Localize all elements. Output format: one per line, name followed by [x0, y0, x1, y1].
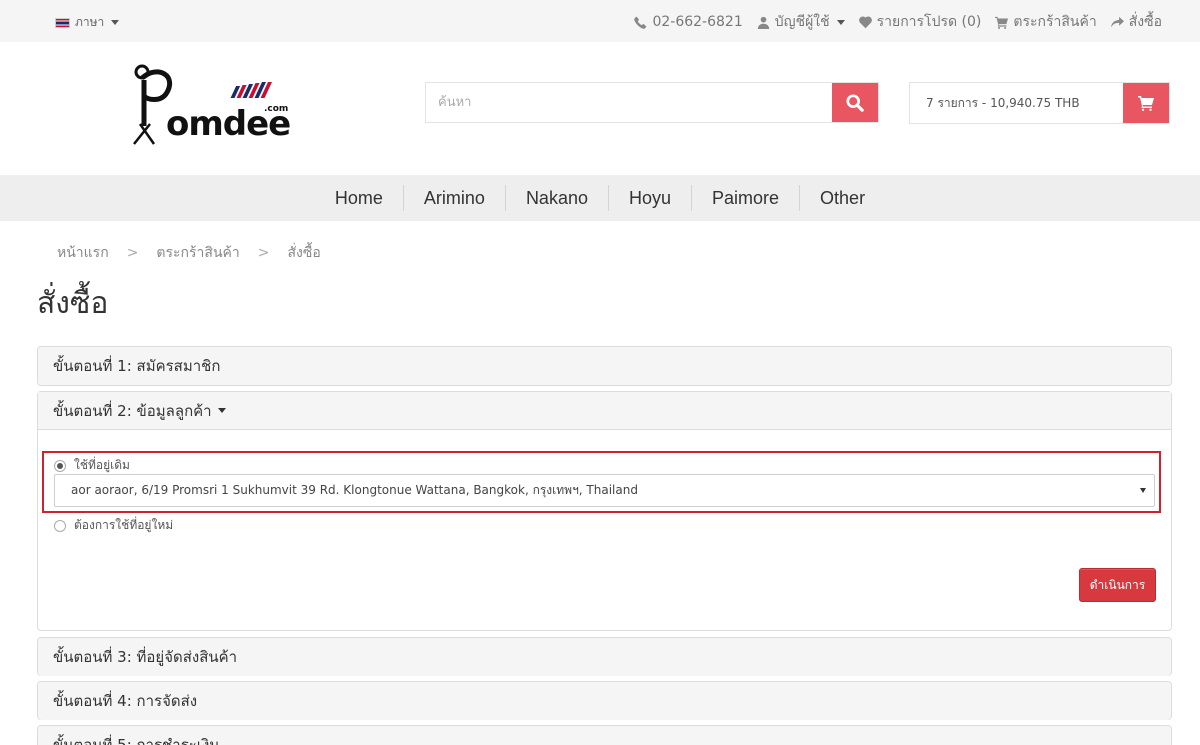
caret-down-icon	[111, 20, 120, 25]
checkout-label: สั่งซื้อ	[1128, 14, 1162, 30]
cart-icon	[995, 16, 1009, 29]
caret-down-icon	[836, 19, 845, 25]
nav-item-paimore[interactable]: Paimore	[691, 185, 799, 211]
caret-down-icon	[217, 408, 226, 413]
step-2-header[interactable]: ขั้นตอนที่ 2: ข้อมูลลูกค้า	[38, 392, 1171, 430]
account-label: บัญชีผู้ใช้	[774, 14, 830, 30]
phone-number: 02-662-6821	[652, 14, 743, 30]
step-5-title: ขั้นตอนที่ 5: การชำระเงิน	[53, 736, 220, 745]
checkout-link[interactable]: สั่งซื้อ	[1110, 11, 1162, 33]
continue-button[interactable]: ดำเนินการ	[1079, 568, 1156, 602]
breadcrumb-home[interactable]: หน้าแรก	[57, 242, 109, 264]
step-5-header[interactable]: ขั้นตอนที่ 5: การชำระเงิน	[38, 726, 1171, 745]
step-1-title: ขั้นตอนที่ 1: สมัครสมาชิก	[53, 357, 221, 375]
cart-label: ตระกร้าสินค้า	[1013, 14, 1097, 30]
nav-item-nakano[interactable]: Nakano	[504, 185, 608, 211]
site-logo[interactable]: .com omdee	[130, 62, 295, 147]
existing-address-label: ใช้ที่อยู่เดิม	[74, 458, 130, 472]
pomdee-logo-icon: .com omdee	[133, 64, 291, 145]
step-1-panel: ขั้นตอนที่ 1: สมัครสมาชิก	[37, 346, 1172, 386]
main-nav: Home Arimino Nakano Hoyu Paimore Other	[0, 175, 1200, 221]
address-select[interactable]: aor aoraor, 6/19 Promsri 1 Sukhumvit 39 …	[54, 474, 1155, 507]
step-3-header[interactable]: ขั้นตอนที่ 3: ที่อยู่จัดส่งสินค้า	[38, 638, 1171, 676]
top-bar: ภาษา 02-662-6821 บัญชีผู้ใช้ รายการโปรด …	[0, 0, 1200, 42]
step-1-header[interactable]: ขั้นตอนที่ 1: สมัครสมาชิก	[38, 347, 1171, 385]
user-icon	[757, 16, 769, 29]
new-address-label: ต้องการใช้ที่อยู่ใหม่	[74, 518, 174, 532]
breadcrumb-checkout[interactable]: สั่งซื้อ	[288, 242, 321, 264]
existing-address-option[interactable]: ใช้ที่อยู่เดิม	[54, 456, 130, 475]
step-3-panel: ขั้นตอนที่ 3: ที่อยู่จัดส่งสินค้า	[37, 637, 1172, 676]
cart-summary-text: 7 รายการ - 10,940.75 THB	[926, 96, 1080, 110]
page-title: สั่งซื้อ	[37, 286, 109, 321]
language-selector[interactable]: ภาษา	[55, 13, 120, 32]
chevron-right-icon: >	[257, 245, 270, 261]
step-3-title: ขั้นตอนที่ 3: ที่อยู่จัดส่งสินค้า	[53, 648, 238, 666]
cart-summary[interactable]: 7 รายการ - 10,940.75 THB	[909, 82, 1170, 124]
step-2-title: ขั้นตอนที่ 2: ข้อมูลลูกค้า	[53, 401, 212, 420]
language-label: ภาษา	[75, 15, 105, 29]
step-4-title: ขั้นตอนที่ 4: การจัดส่ง	[53, 692, 198, 710]
step-2-panel: ขั้นตอนที่ 2: ข้อมูลลูกค้า ใช้ที่อยู่เดิ…	[37, 391, 1172, 631]
nav-item-other[interactable]: Other	[799, 185, 885, 211]
search-icon	[846, 93, 864, 112]
phone-link[interactable]: 02-662-6821	[634, 11, 743, 33]
search-bar	[425, 82, 879, 123]
heart-icon	[858, 16, 872, 28]
share-arrow-icon	[1110, 16, 1124, 27]
wishlist-link[interactable]: รายการโปรด (0)	[858, 11, 982, 33]
nav-item-home[interactable]: Home	[315, 185, 403, 211]
existing-address-radio[interactable]	[54, 459, 66, 472]
wishlist-label: รายการโปรด (0)	[876, 14, 982, 30]
nav-item-hoyu[interactable]: Hoyu	[607, 185, 691, 211]
nav-item-arimino[interactable]: Arimino	[402, 185, 505, 211]
svg-text:omdee: omdee	[166, 104, 290, 144]
new-address-option[interactable]: ต้องการใช้ที่อยู่ใหม่	[54, 516, 173, 535]
search-button[interactable]	[832, 83, 878, 122]
step-4-panel: ขั้นตอนที่ 4: การจัดส่ง	[37, 681, 1172, 720]
step-4-header[interactable]: ขั้นตอนที่ 4: การจัดส่ง	[38, 682, 1171, 720]
cart-icon	[1138, 96, 1154, 111]
dropdown-arrow-icon	[1140, 488, 1146, 493]
phone-icon	[634, 16, 647, 29]
cart-link[interactable]: ตระกร้าสินค้า	[995, 11, 1097, 33]
search-input[interactable]	[426, 83, 832, 122]
breadcrumb: หน้าแรก > ตระกร้าสินค้า > สั่งซื้อ	[57, 242, 321, 264]
thai-flag-icon	[55, 17, 70, 28]
step-5-panel: ขั้นตอนที่ 5: การชำระเงิน	[37, 725, 1172, 745]
cart-button[interactable]	[1123, 83, 1169, 123]
account-menu[interactable]: บัญชีผู้ใช้	[757, 11, 845, 33]
chevron-right-icon: >	[126, 245, 139, 261]
breadcrumb-cart[interactable]: ตระกร้าสินค้า	[156, 242, 239, 264]
new-address-radio[interactable]	[54, 519, 66, 532]
address-select-value: aor aoraor, 6/19 Promsri 1 Sukhumvit 39 …	[71, 483, 638, 497]
